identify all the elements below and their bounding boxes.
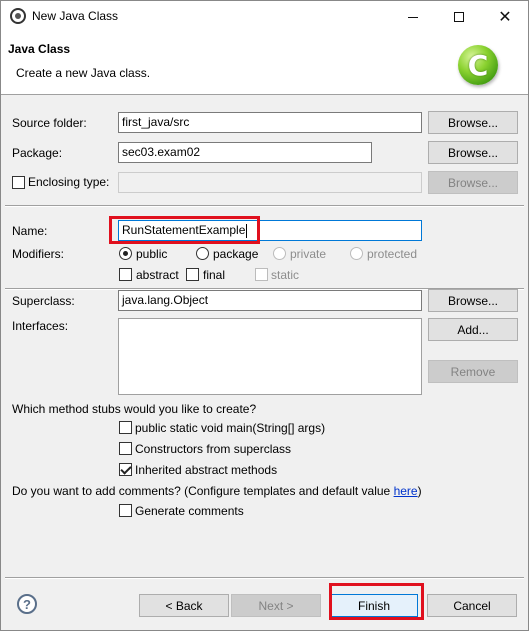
comments-question: Do you want to add comments? (Configure … (12, 484, 422, 498)
stub-main-checkbox[interactable] (119, 421, 132, 434)
enclosing-type-browse-button[interactable]: Browse... (428, 171, 518, 194)
modifier-static-checkbox[interactable] (255, 268, 268, 281)
modifier-package-radio[interactable] (196, 247, 209, 260)
minimize-icon (408, 16, 418, 18)
stub-constructors-checkbox[interactable] (119, 442, 132, 455)
banner-title: Java Class (8, 42, 71, 56)
modifier-package-label: package (213, 247, 259, 261)
maximize-icon (454, 12, 464, 22)
superclass-input[interactable]: java.lang.Object (118, 290, 422, 311)
close-button[interactable]: ✕ (482, 1, 528, 33)
separator (5, 205, 524, 207)
comments-question-text: Do you want to add comments? (Configure … (12, 484, 394, 498)
minimize-button[interactable] (390, 1, 436, 33)
source-folder-input[interactable]: first_java/src (118, 112, 422, 133)
java-class-wizard-icon: C (458, 45, 498, 85)
enclosing-type-input[interactable] (118, 172, 422, 193)
configure-templates-link[interactable]: here (394, 484, 418, 498)
modifier-final-checkbox[interactable] (186, 268, 199, 281)
wizard-banner: Java Class Create a new Java class. C (1, 33, 528, 95)
stub-inherited-label: Inherited abstract methods (135, 463, 278, 477)
modifier-private-label: private (290, 247, 327, 261)
modifier-private-radio[interactable] (273, 247, 286, 260)
stub-inherited-checkbox[interactable] (119, 463, 132, 476)
modifier-final-label: final (203, 268, 226, 282)
modifier-public-label: public (136, 247, 168, 261)
title-bar: New Java Class ✕ (1, 1, 528, 33)
generate-comments-label: Generate comments (135, 504, 244, 518)
modifier-protected-radio[interactable] (350, 247, 363, 260)
generate-comments-checkbox[interactable] (119, 504, 132, 517)
help-icon[interactable]: ? (17, 594, 37, 614)
package-browse-button[interactable]: Browse... (428, 141, 518, 164)
superclass-label: Superclass: (12, 294, 75, 308)
modifiers-label: Modifiers: (12, 247, 65, 261)
modifier-abstract-label: abstract (136, 268, 179, 282)
close-icon: ✕ (498, 9, 512, 26)
method-stubs-question: Which method stubs would you like to cre… (12, 402, 257, 416)
source-folder-label: Source folder: (12, 116, 87, 130)
enclosing-type-checkbox[interactable] (12, 176, 25, 189)
interfaces-list[interactable] (118, 318, 422, 395)
package-label: Package: (12, 146, 63, 160)
separator (5, 577, 524, 579)
name-highlight-box (109, 216, 260, 244)
package-input[interactable]: sec03.exam02 (118, 142, 372, 163)
stub-main-label: public static void main(String[] args) (135, 421, 326, 435)
new-java-class-dialog: New Java Class ✕ Java Class Create a new… (0, 0, 529, 631)
banner-description: Create a new Java class. (16, 66, 151, 80)
enclosing-type-label: Enclosing type: (28, 175, 110, 189)
modifier-static-label: static (271, 268, 300, 282)
interfaces-label: Interfaces: (12, 319, 69, 333)
finish-highlight-box (329, 583, 424, 620)
next-button[interactable]: Next > (231, 594, 321, 617)
maximize-button[interactable] (436, 1, 482, 33)
stub-constructors-label: Constructors from superclass (135, 442, 292, 456)
modifier-public-radio[interactable] (119, 247, 132, 260)
name-label: Name: (12, 224, 48, 238)
cancel-button[interactable]: Cancel (427, 594, 517, 617)
back-button[interactable]: < Back (139, 594, 229, 617)
comments-question-end: ) (417, 484, 422, 498)
window-title: New Java Class (32, 9, 119, 23)
eclipse-app-icon (10, 8, 26, 24)
interfaces-remove-button[interactable]: Remove (428, 360, 518, 383)
superclass-browse-button[interactable]: Browse... (428, 289, 518, 312)
modifier-abstract-checkbox[interactable] (119, 268, 132, 281)
modifier-protected-label: protected (367, 247, 418, 261)
interfaces-add-button[interactable]: Add... (428, 318, 518, 341)
source-folder-browse-button[interactable]: Browse... (428, 111, 518, 134)
